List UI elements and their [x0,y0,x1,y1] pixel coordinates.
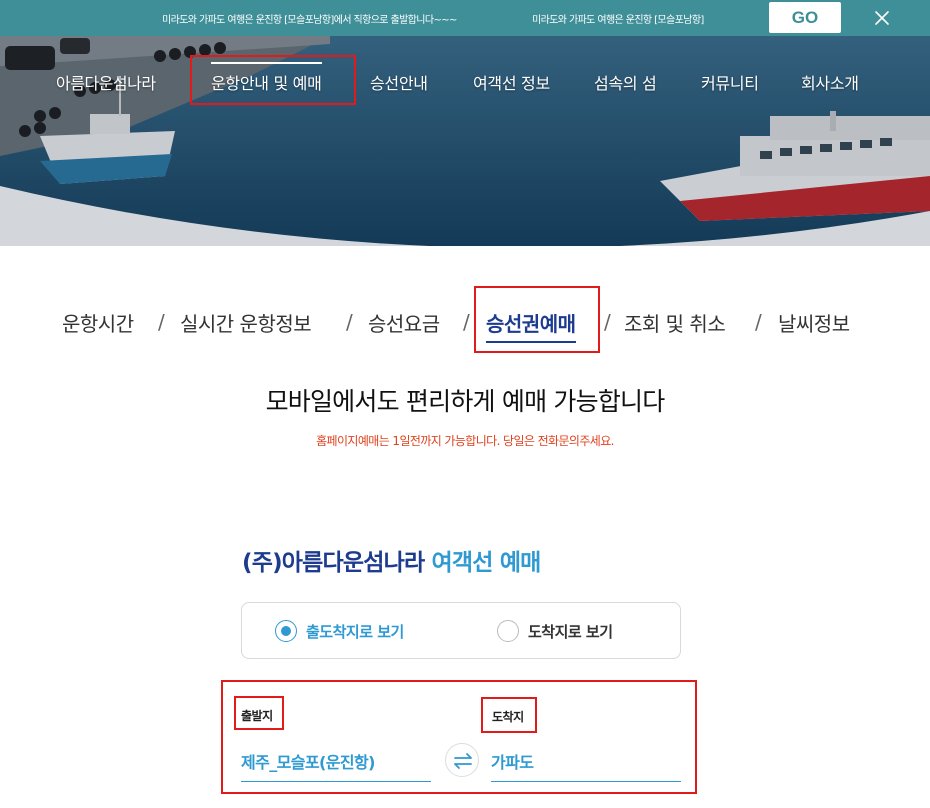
gnb-menu-community[interactable]: 커뮤니티 [701,70,759,94]
booking-title-accent: 여객선 예매 [431,550,542,576]
radio-departure-arrival[interactable]: 출도착지로 보기 [275,620,425,642]
subnav-separator: / [755,310,762,334]
radio-checked-icon[interactable] [275,620,297,642]
global-navigation: 아름다운섬나라 운항안내 및 예매 승선안내 여객선 정보 섬속의 섬 커뮤니티… [0,36,930,116]
sub-navigation: 운항시간 / 실시간 운항정보 / 승선요금 / 승선권예매 / 조회 및 취소… [0,304,930,343]
subnav-separator: / [604,310,611,334]
subnav-separator: / [158,310,165,334]
highlight-box-subnav [474,286,600,353]
site-logo[interactable]: 아름다운섬나라 [56,70,156,94]
page-headline: 모바일에서도 편리하게 예매 가능합니다 [265,387,666,416]
gnb-menu-boarding-guide[interactable]: 승선안내 [370,70,428,94]
booking-title-company: (주)아름다운섬나라 [242,550,425,576]
swap-arrows-icon[interactable] [445,743,479,777]
subnav-separator: / [463,310,470,334]
arrival-label: 도착지 [492,710,524,724]
booking-title: (주)아름다운섬나라 여객선 예매 [242,543,541,577]
radio-unchecked-icon[interactable] [497,620,519,642]
go-button[interactable]: GO [769,2,841,33]
view-option-box: 출도착지로 보기 도착지로 보기 [241,602,681,659]
radio-arrival-only[interactable]: 도착지로 보기 [497,620,637,642]
subnav-item-weather[interactable]: 날씨정보 [778,308,850,337]
announcement-text-repeat[interactable]: 미라도와 가파도 여행은 운진항 [모슬포남항] [532,11,704,26]
arrival-select[interactable]: 가파도 [491,749,534,773]
announcement-bar: 미라도와 가파도 여행은 운진항 [모슬포남항]에서 직항으로 출발합니다~~~… [0,0,930,36]
gnb-menu-ferry-info[interactable]: 여객선 정보 [473,70,550,94]
subnav-item-lookup-cancel[interactable]: 조회 및 취소 [624,308,726,337]
radio-departure-arrival-label[interactable]: 출도착지로 보기 [306,621,404,642]
departure-select[interactable]: 제주_모슬포(운진항) [241,749,375,773]
departure-label: 출발지 [241,709,273,723]
arrival-underline [491,781,681,782]
booking-notice: 홈페이지예매는 1일전까지 가능합니다. 당일은 전화문의주세요. [316,434,614,448]
gnb-menu-island-in-island[interactable]: 섬속의 섬 [594,70,657,94]
departure-underline [241,781,431,782]
close-icon[interactable] [871,7,893,29]
highlight-box-gnb [190,55,356,105]
announcement-text[interactable]: 미라도와 가파도 여행은 운진항 [모슬포남항]에서 직항으로 출발합니다~~~ [162,11,457,26]
subnav-item-schedule[interactable]: 운항시간 [62,308,134,337]
subnav-item-fare[interactable]: 승선요금 [368,308,440,337]
gnb-menu-company[interactable]: 회사소개 [801,70,859,94]
subnav-item-realtime[interactable]: 실시간 운항정보 [180,308,312,337]
radio-arrival-only-label[interactable]: 도착지로 보기 [528,621,613,642]
subnav-separator: / [346,310,353,334]
